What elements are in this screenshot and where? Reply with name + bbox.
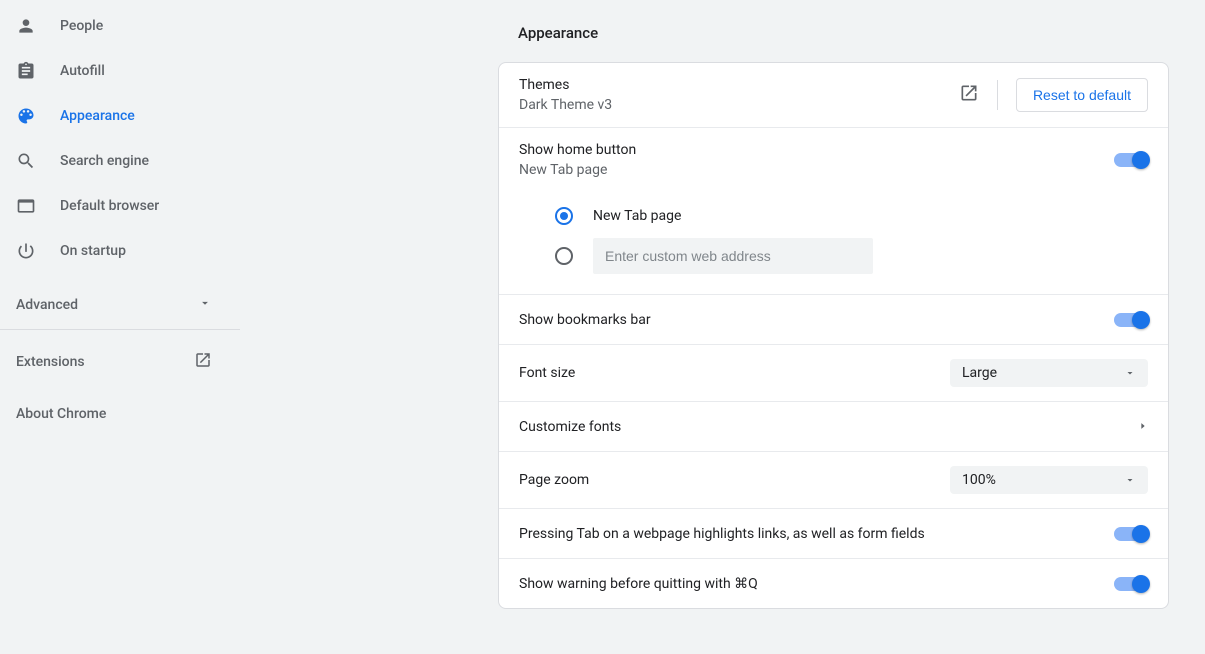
settings-sidebar: People Autofill Appearance Search engine… bbox=[0, 0, 240, 654]
chevron-down-icon bbox=[1124, 367, 1136, 379]
palette-icon bbox=[16, 106, 36, 126]
page-zoom-value: 100% bbox=[962, 472, 996, 488]
browser-icon bbox=[16, 196, 36, 216]
radio-icon[interactable] bbox=[555, 207, 573, 225]
chevron-down-icon bbox=[198, 296, 212, 314]
radio-label-new-tab: New Tab page bbox=[593, 208, 681, 224]
sidebar-item-people[interactable]: People bbox=[16, 6, 240, 46]
customize-fonts-title: Customize fonts bbox=[519, 419, 621, 435]
sidebar-item-search-engine[interactable]: Search engine bbox=[16, 141, 240, 181]
row-show-home-button: Show home button New Tab page bbox=[499, 127, 1168, 192]
toggle-tab-highlight[interactable] bbox=[1114, 527, 1148, 541]
toggle-bookmarks-bar[interactable] bbox=[1114, 313, 1148, 327]
person-icon bbox=[16, 16, 36, 36]
sidebar-item-appearance[interactable]: Appearance bbox=[16, 96, 240, 136]
page-zoom-title: Page zoom bbox=[519, 472, 589, 488]
row-font-size: Font size Large bbox=[499, 344, 1168, 401]
external-link-icon[interactable] bbox=[959, 83, 979, 107]
about-label: About Chrome bbox=[16, 406, 106, 422]
sidebar-item-extensions[interactable]: Extensions bbox=[16, 342, 240, 382]
tab-highlight-title: Pressing Tab on a webpage highlights lin… bbox=[519, 526, 925, 542]
row-tab-highlight: Pressing Tab on a webpage highlights lin… bbox=[499, 508, 1168, 558]
themes-subtitle: Dark Theme v3 bbox=[519, 97, 959, 113]
row-themes[interactable]: Themes Dark Theme v3 Reset to default bbox=[499, 63, 1168, 127]
home-button-title: Show home button bbox=[519, 142, 1114, 158]
home-button-sub: New Tab page bbox=[519, 162, 1114, 178]
radio-option-custom[interactable] bbox=[555, 236, 1148, 276]
external-link-icon bbox=[194, 351, 212, 373]
clipboard-icon bbox=[16, 61, 36, 81]
search-icon bbox=[16, 151, 36, 171]
radio-icon[interactable] bbox=[555, 247, 573, 265]
sidebar-item-label: Search engine bbox=[60, 153, 149, 169]
settings-main: Appearance Themes Dark Theme v3 Reset to… bbox=[240, 0, 1205, 654]
page-zoom-select[interactable]: 100% bbox=[950, 466, 1148, 494]
home-button-options: New Tab page bbox=[499, 192, 1168, 294]
sidebar-item-on-startup[interactable]: On startup bbox=[16, 231, 240, 271]
sidebar-item-label: On startup bbox=[60, 243, 126, 259]
advanced-label: Advanced bbox=[16, 297, 78, 313]
reset-to-default-button[interactable]: Reset to default bbox=[1016, 78, 1148, 112]
page-title: Appearance bbox=[498, 24, 1169, 42]
sidebar-item-label: People bbox=[60, 18, 103, 34]
bookmarks-bar-title: Show bookmarks bar bbox=[519, 312, 651, 328]
sidebar-item-about[interactable]: About Chrome bbox=[16, 394, 240, 434]
toggle-show-home-button[interactable] bbox=[1114, 153, 1148, 167]
row-bookmarks-bar: Show bookmarks bar bbox=[499, 294, 1168, 344]
quit-warning-title: Show warning before quitting with ⌘Q bbox=[519, 576, 758, 592]
chevron-right-icon bbox=[1138, 419, 1148, 435]
row-customize-fonts[interactable]: Customize fonts bbox=[499, 401, 1168, 451]
row-page-zoom: Page zoom 100% bbox=[499, 451, 1168, 508]
sidebar-item-label: Appearance bbox=[60, 108, 135, 124]
custom-web-address-input[interactable] bbox=[593, 238, 873, 274]
sidebar-item-default-browser[interactable]: Default browser bbox=[16, 186, 240, 226]
chevron-down-icon bbox=[1124, 474, 1136, 486]
divider bbox=[997, 80, 998, 110]
appearance-card: Themes Dark Theme v3 Reset to default Sh… bbox=[498, 62, 1169, 609]
power-icon bbox=[16, 241, 36, 261]
toggle-quit-warning[interactable] bbox=[1114, 577, 1148, 591]
row-quit-warning: Show warning before quitting with ⌘Q bbox=[499, 558, 1168, 608]
font-size-value: Large bbox=[962, 365, 997, 381]
radio-option-new-tab[interactable]: New Tab page bbox=[555, 196, 1148, 236]
sidebar-item-autofill[interactable]: Autofill bbox=[16, 51, 240, 91]
sidebar-advanced-toggle[interactable]: Advanced bbox=[16, 285, 240, 325]
themes-title: Themes bbox=[519, 77, 959, 93]
extensions-label: Extensions bbox=[16, 354, 85, 370]
font-size-title: Font size bbox=[519, 365, 575, 381]
sidebar-divider bbox=[0, 329, 240, 330]
sidebar-item-label: Autofill bbox=[60, 63, 105, 79]
font-size-select[interactable]: Large bbox=[950, 359, 1148, 387]
sidebar-item-label: Default browser bbox=[60, 198, 159, 214]
